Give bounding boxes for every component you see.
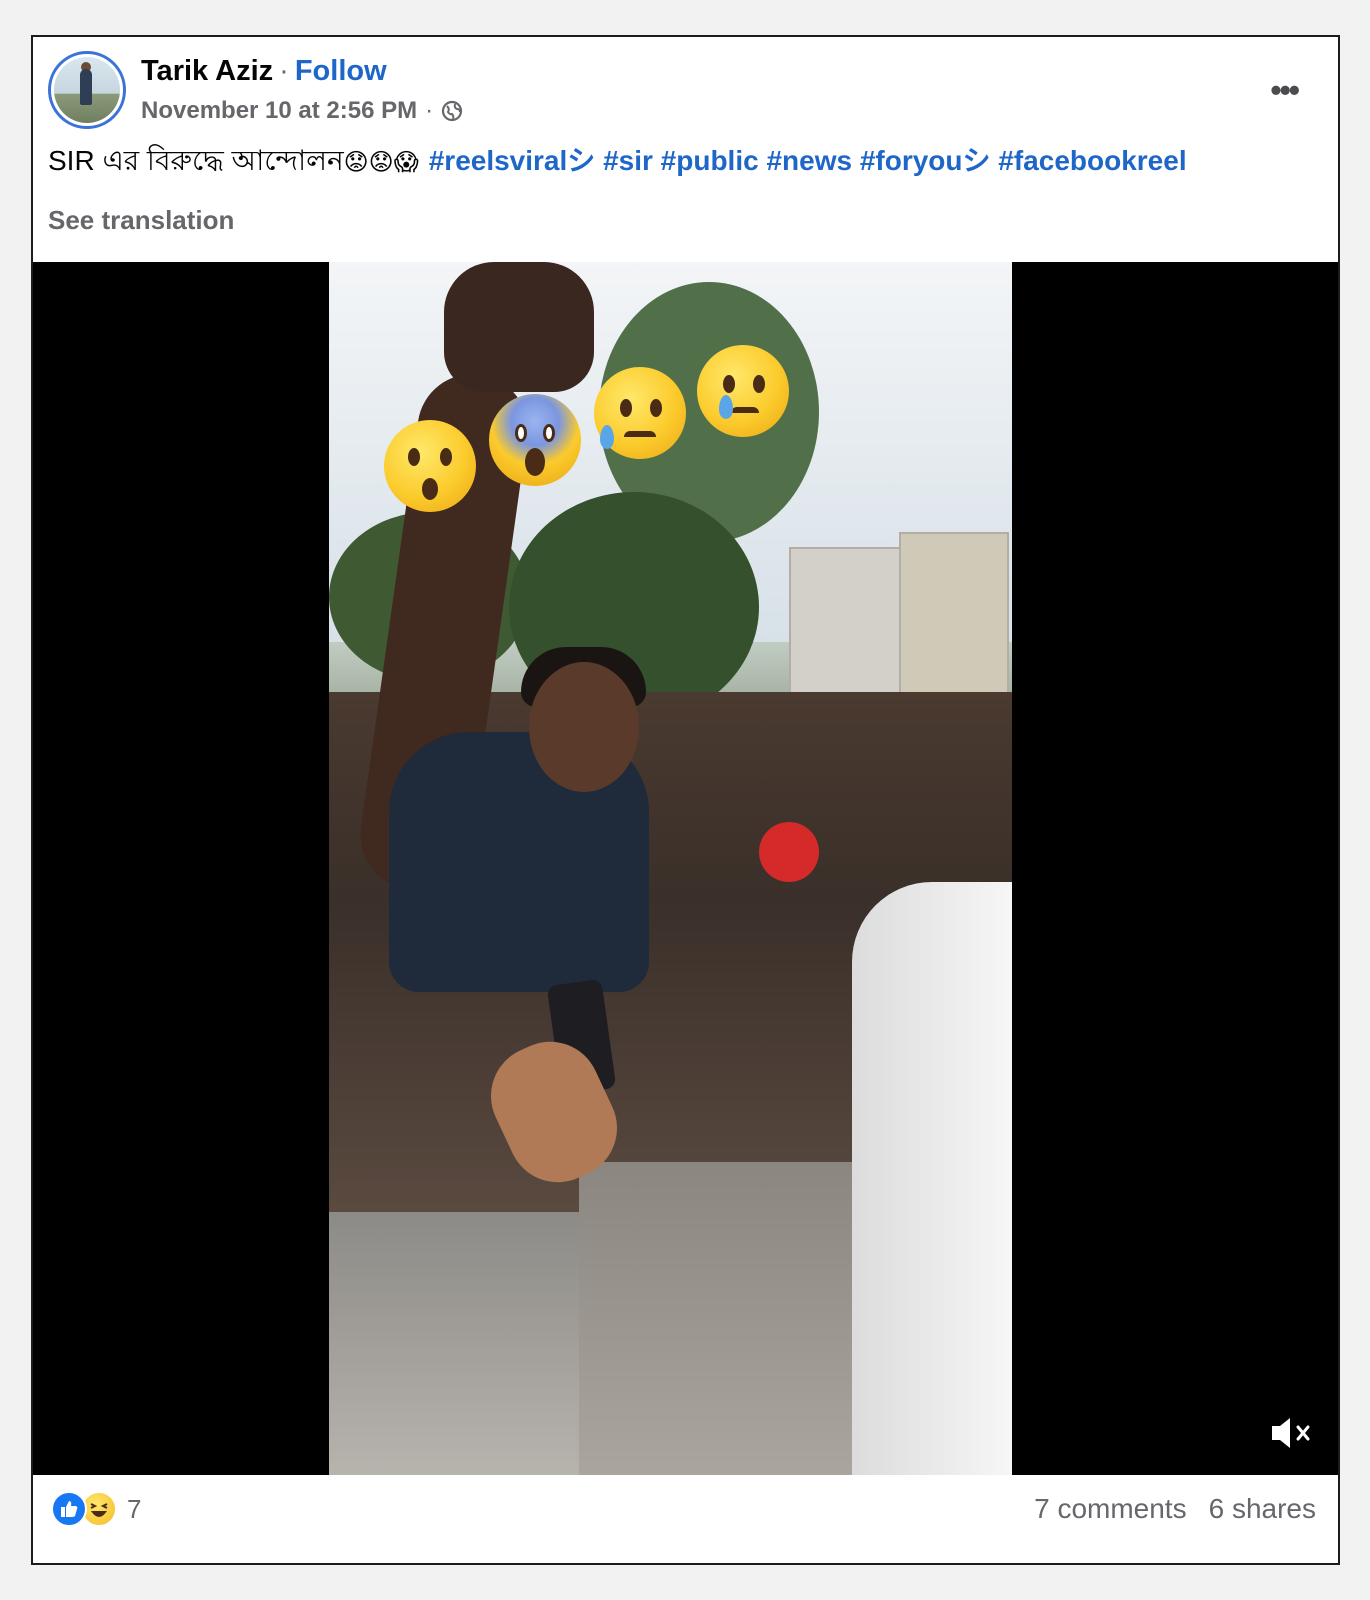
astonished-face-icon [384,420,476,512]
avatar-image [54,57,120,123]
post-text: SIR এর বিরুদ্ধে আন্দোলন😟😟😱 #reelsviralシ #… [48,143,1187,180]
author-name[interactable]: Tarik Aziz [141,55,273,87]
muted-speaker-icon[interactable] [1268,1413,1318,1453]
globe-icon[interactable] [441,100,463,122]
reaction-count: 7 [127,1493,142,1524]
follow-button[interactable]: Follow [295,55,387,87]
name-separator: · [279,55,289,87]
post-card: Tarik Aziz · Follow November 10 at 2:56 PM… [31,35,1340,1565]
post-footer: 7 7 comments 6 shares [33,1475,1338,1563]
more-options-icon[interactable]: ••• [1270,72,1300,109]
face-screaming-in-fear-icon [489,394,581,486]
like-icon [51,1491,87,1527]
see-translation-link[interactable]: See translation [48,205,234,236]
post-hashtags[interactable]: #reelsviralシ #sir #public #news #foryouシ… [429,145,1187,176]
shares-count-link[interactable]: 6 shares [1209,1493,1316,1524]
video-frame[interactable] [329,262,1012,1475]
post-meta: November 10 at 2:56 PM · [141,97,463,125]
post-timestamp[interactable]: November 10 at 2:56 PM [141,97,417,125]
post-text-body: SIR এর বিরুদ্ধে আন্দোলন [48,145,344,176]
avatar[interactable] [48,51,126,129]
meta-separator: · [425,97,434,124]
video-player[interactable] [33,262,1338,1475]
sad-but-relieved-face-icon [594,367,686,459]
comments-count-link[interactable]: 7 comments [1034,1493,1187,1524]
author-line: Tarik Aziz · Follow [141,55,387,88]
post-header: Tarik Aziz · Follow November 10 at 2:56 PM… [33,37,1338,267]
post-text-emojis: 😟😟😱 [343,148,419,176]
crying-face-icon [697,345,789,437]
reactions-summary[interactable]: 7 [51,1491,141,1527]
engagement-stats: 7 comments 6 shares [1012,1493,1316,1525]
